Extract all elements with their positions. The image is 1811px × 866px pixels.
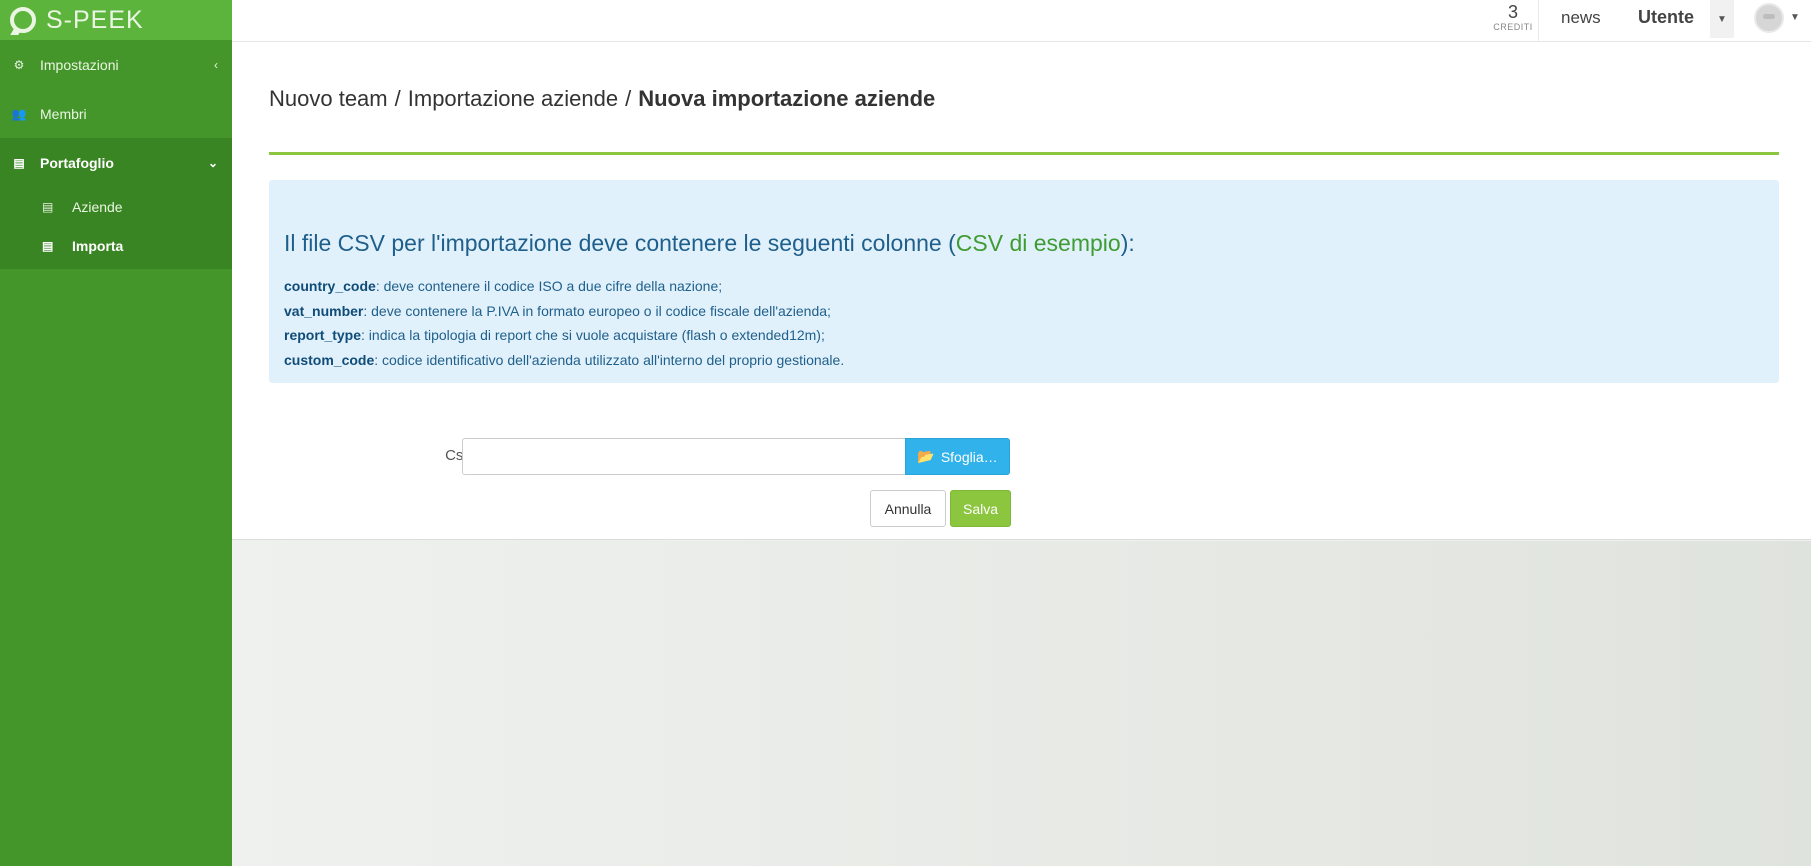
chevron-down-icon: ⌄ (207, 155, 218, 170)
book-icon: ▤ (42, 238, 54, 253)
column-line: custom_code: codice identificativo dell'… (284, 348, 844, 373)
column-desc: : deve contenere la P.IVA in formato eur… (363, 302, 831, 319)
sidebar-item-impostazioni[interactable]: ⚙ Impostazioni ‹ (0, 40, 232, 89)
book-icon: ▤ (42, 199, 54, 214)
column-desc: : indica la tipologia di report che si v… (361, 327, 825, 343)
user-dropdown-toggle[interactable]: ▼ (1710, 0, 1734, 38)
main-content: Nuovo team / Importazione aziende / Nuova im… (232, 42, 1811, 540)
news-link[interactable]: news (1561, 8, 1601, 28)
users-icon: 👥 (11, 106, 27, 121)
column-line: country_code: deve contenere il codice I… (284, 274, 844, 299)
sidebar-item-label: Impostazioni (40, 56, 119, 73)
sidebar-subitem-label: Aziende (72, 198, 123, 215)
sidebar-subitem-aziende[interactable]: ▤ Aziende (0, 187, 232, 226)
page-background (232, 541, 1811, 866)
csv-file-input[interactable] (462, 438, 905, 475)
sidebar-subnav: ▤ Aziende ▤ Importa (0, 187, 232, 269)
info-title: Il file CSV per l'importazione deve cont… (284, 230, 1135, 257)
browse-button[interactable]: 📂 Sfoglia… (905, 438, 1010, 475)
column-line: vat_number: deve contenere la P.IVA in f… (284, 299, 844, 324)
column-line: report_type: indica la tipologia di repo… (284, 323, 844, 348)
sidebar-item-label: Membri (40, 105, 87, 122)
brand-name: S-PEEK (46, 5, 144, 34)
cogs-icon: ⚙ (13, 57, 25, 72)
sidebar-item-membri[interactable]: 👥 Membri (0, 89, 232, 138)
sidebar-item-portafoglio[interactable]: ▤ Portafoglio ⌄ (0, 138, 232, 187)
breadcrumb-separator: / (625, 86, 632, 111)
sidebar-subitem-importa[interactable]: ▤ Importa (0, 226, 232, 265)
folder-open-icon: 📂 (917, 448, 935, 464)
breadcrumb: Nuovo team / Importazione aziende / Nuova im… (269, 86, 935, 112)
book-icon: ▤ (13, 155, 25, 170)
cancel-button[interactable]: Annulla (870, 490, 946, 527)
caret-down-icon[interactable]: ▼ (1790, 12, 1800, 23)
csv-example-link[interactable]: CSV di esempio (956, 230, 1121, 256)
save-button[interactable]: Salva (950, 490, 1011, 527)
credits-value: 3 (1507, 2, 1518, 22)
breadcrumb-item[interactable]: Importazione aziende (408, 86, 618, 111)
csv-info-box: Il file CSV per l'importazione deve cont… (269, 180, 1779, 383)
column-desc: : codice identificativo dell'azienda uti… (374, 351, 845, 368)
header-divider (269, 152, 1779, 155)
info-title-text: ): (1120, 230, 1135, 256)
page-title: Nuova importazione aziende (638, 86, 936, 111)
avatar[interactable] (1754, 3, 1784, 33)
credits-counter[interactable]: 3 CREDITI (1480, 2, 1546, 32)
column-desc: : deve contenere il codice ISO a due cif… (375, 278, 723, 294)
column-name: report_type (284, 327, 362, 343)
browse-button-label: Sfoglia… (940, 448, 998, 465)
logo-icon (10, 7, 36, 33)
column-name: custom_code (284, 351, 375, 368)
breadcrumb-separator: / (394, 86, 401, 111)
caret-down-icon: ▼ (1717, 13, 1727, 25)
credits-label: CREDITI (1493, 22, 1533, 32)
chevron-left-icon: ‹ (214, 57, 218, 72)
column-name: country_code (284, 278, 376, 294)
breadcrumb-item[interactable]: Nuovo team (269, 86, 388, 111)
topbar: 3 CREDITI news Utente ▼ ▼ (232, 0, 1811, 42)
user-menu-label[interactable]: Utente (1638, 7, 1694, 28)
column-name: vat_number (284, 302, 364, 319)
sidebar-subitem-label: Importa (72, 237, 124, 254)
column-list: country_code: deve contenere il codice I… (284, 274, 844, 372)
sidebar-item-label: Portafoglio (40, 154, 114, 171)
sidebar: S-PEEK ⚙ Impostazioni ‹ 👥 Membri ▤ Porta… (0, 0, 232, 866)
divider (1538, 0, 1539, 42)
info-title-text: Il file CSV per l'importazione deve cont… (284, 230, 956, 256)
brand-logo[interactable]: S-PEEK (0, 0, 232, 40)
